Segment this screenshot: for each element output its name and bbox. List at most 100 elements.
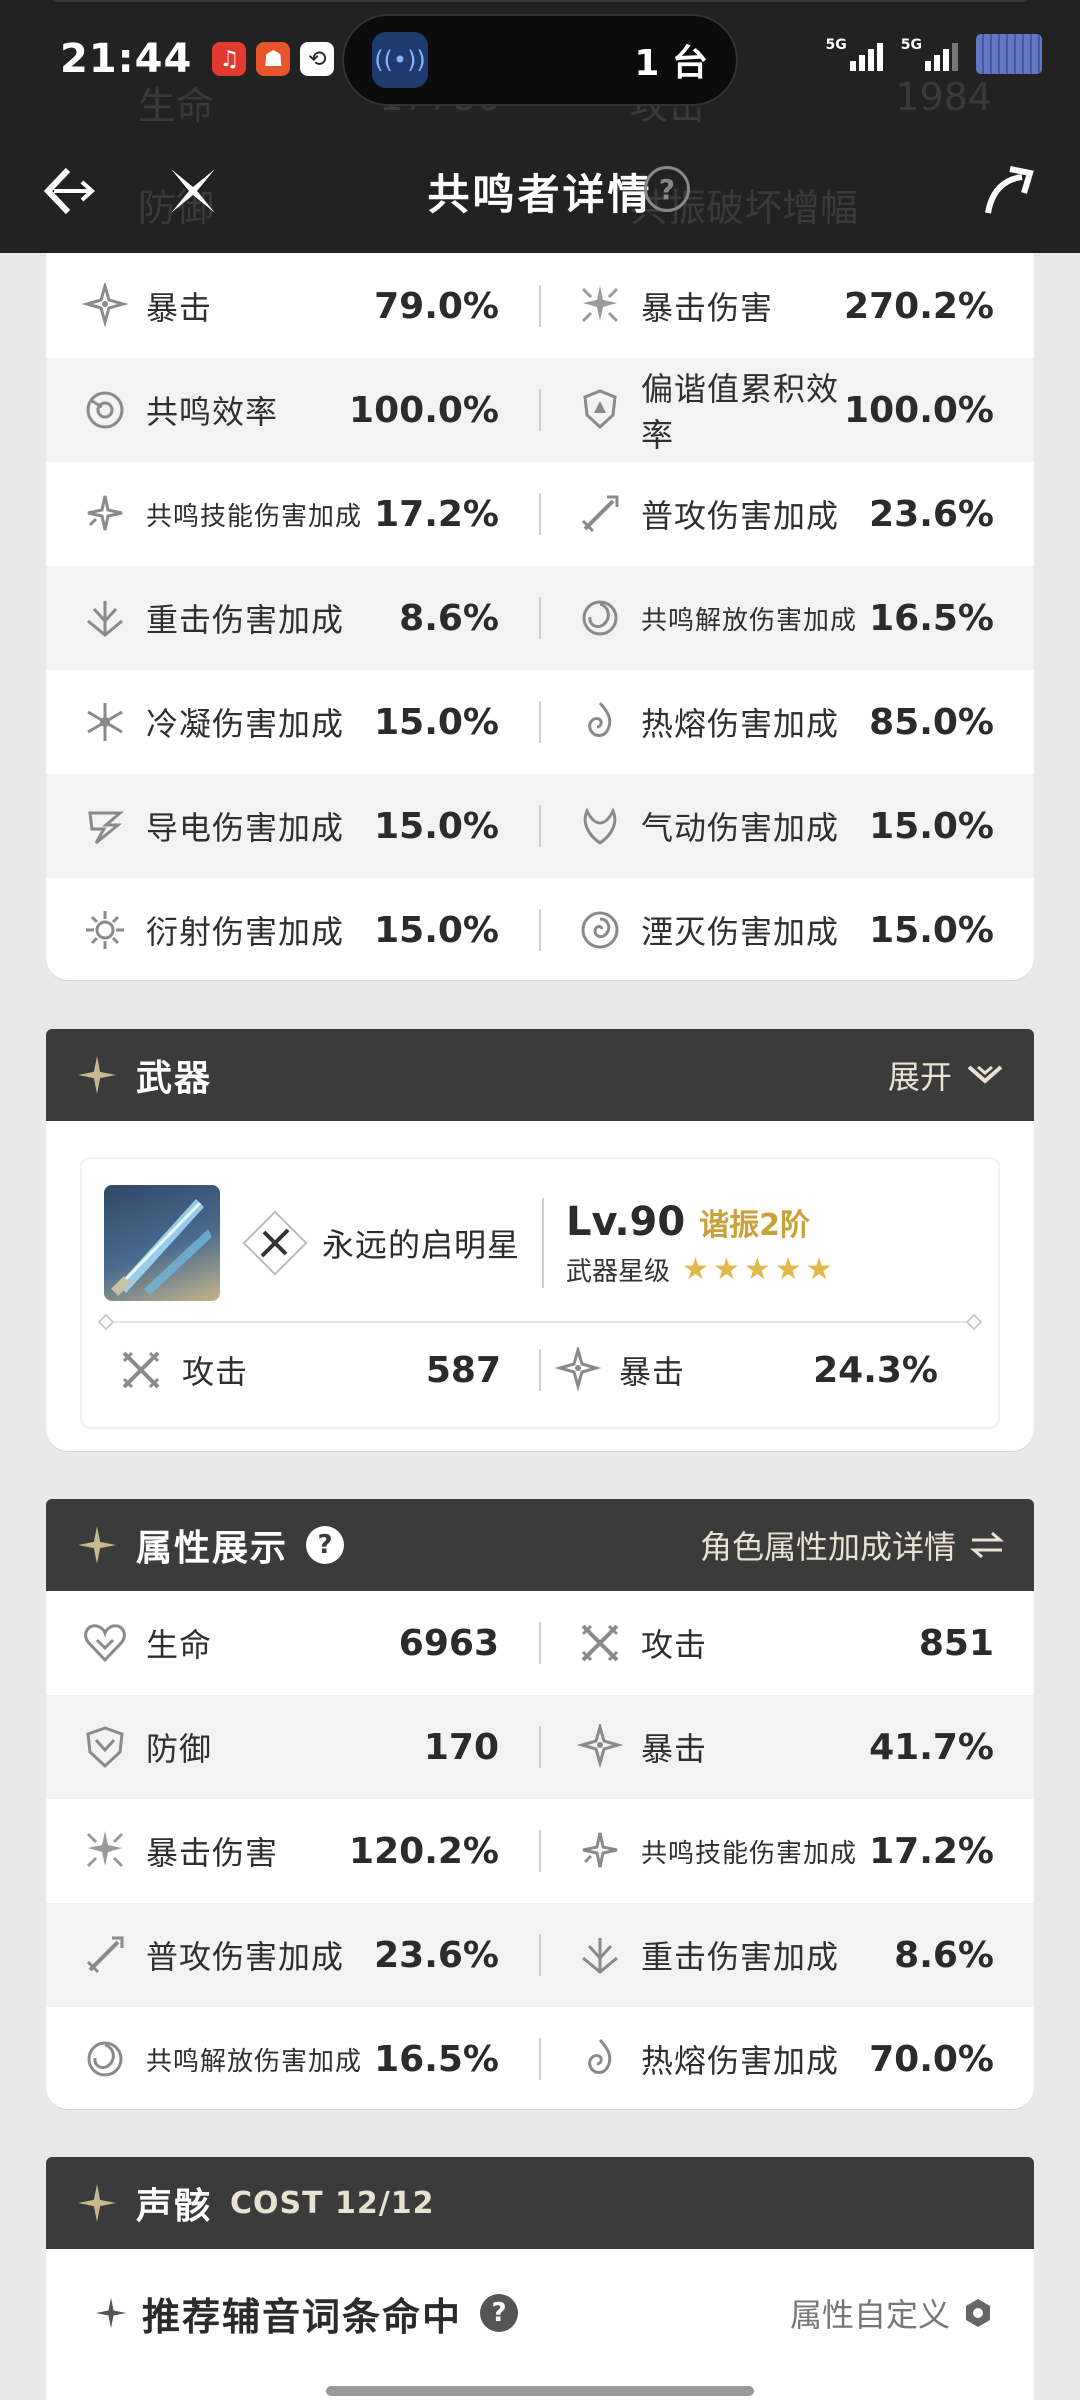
stat-row: 导电伤害加成 15.0% 气动伤害加成 15.0% <box>46 774 1034 878</box>
swap-arrows-icon <box>970 1531 1004 1559</box>
stat-value: 100.0% <box>349 389 499 431</box>
liberation-icon <box>87 2041 123 2077</box>
stat-name: 防御 <box>146 1730 213 1768</box>
stat-row: 暴击 79.0% 暴击伤害 270.2% <box>46 254 1034 358</box>
stat-item: 偏谐值累积效率 100.0% <box>541 358 1034 462</box>
liberation-icon <box>582 600 618 636</box>
attack-icon <box>581 1624 619 1662</box>
stat-row: 共鸣技能伤害加成 17.2% 普攻伤害加成 23.6% <box>46 462 1034 566</box>
attribute-detail-link[interactable]: 角色属性加成详情 <box>700 1522 1004 1568</box>
stat-value: 79.0% <box>374 285 499 327</box>
stat-item: 生命 6963 <box>46 1591 539 1695</box>
dynamic-island-pill[interactable]: ((•)) 1 台 <box>342 14 738 106</box>
separator <box>104 1321 976 1323</box>
sparkle-small-icon <box>95 2297 127 2329</box>
stat-row: 共鸣效率 100.0% 偏谐值累积效率 100.0% <box>46 358 1034 462</box>
stat-item: 重击伤害加成 8.6% <box>541 1903 1034 2007</box>
echo-card: 声骸 COST 12/12 推荐辅音词条命中 ? 属性自定义 <box>46 2157 1034 2400</box>
stat-item: 导电伤害加成 15.0% <box>46 774 539 878</box>
stat-item: 防御 170 <box>46 1695 539 1799</box>
battery-icon <box>976 34 1042 74</box>
weapon-level-block: Lv.90 谐振2阶 武器星级 ★ ★ ★ ★ ★ <box>566 1199 833 1288</box>
stat-item: 共鸣解放伤害加成 16.5% <box>541 566 1034 670</box>
home-indicator[interactable] <box>326 2386 754 2396</box>
network-type-label: 5G <box>900 37 922 53</box>
expand-label: 展开 <box>887 1058 952 1096</box>
stat-item: 共鸣技能伤害加成 17.2% <box>46 462 539 566</box>
stat-value: 8.6% <box>894 1934 994 1976</box>
shield-icon <box>583 389 617 430</box>
stat-name: 攻击 <box>641 1626 708 1664</box>
recommended-substats-title: 推荐辅音词条命中 <box>142 2294 463 2339</box>
stat-name: 热熔伤害加成 <box>641 2042 840 2080</box>
stat-item: 暴击伤害 270.2% <box>541 254 1034 358</box>
stat-item: 普攻伤害加成 23.6% <box>541 462 1034 566</box>
skill-icon <box>87 495 123 531</box>
stat-value: 120.2% <box>349 1830 499 1872</box>
stat-name: 暴击 <box>641 1730 708 1768</box>
stat-value: 41.7% <box>869 1726 994 1768</box>
heavy-attack-icon <box>87 601 123 637</box>
stat-value: 23.6% <box>869 493 994 535</box>
stat-name: 共鸣解放伤害加成 <box>641 605 858 636</box>
stat-value: 24.3% <box>813 1349 938 1391</box>
stat-row: 暴击伤害 120.2% 共鸣技能伤害加成 17.2% <box>46 1799 1034 1903</box>
star-icon: ★ <box>743 1251 771 1287</box>
aero-icon <box>583 807 617 845</box>
stat-item: 气动伤害加成 15.0% <box>541 774 1034 878</box>
stat-name: 攻击 <box>182 1353 249 1391</box>
sword-type-icon <box>242 1210 308 1276</box>
page-title: 共鸣者详情 <box>427 169 653 219</box>
pill-text: 1 台 <box>634 43 708 84</box>
stat-name: 衍射伤害加成 <box>146 913 345 951</box>
stat-item: 暴击 24.3% <box>541 1323 976 1417</box>
stat-name: 气动伤害加成 <box>641 809 840 847</box>
stat-item: 暴击 41.7% <box>541 1695 1034 1799</box>
share-button[interactable] <box>976 159 1040 223</box>
help-icon[interactable]: ? <box>480 2294 519 2332</box>
hp-icon <box>84 1624 126 1663</box>
stat-name: 共鸣解放伤害加成 <box>146 2046 363 2077</box>
skill-icon <box>582 1832 618 1868</box>
stat-row: 生命 6963 攻击 851 <box>46 1591 1034 1695</box>
stat-item: 热熔伤害加成 70.0% <box>541 2007 1034 2109</box>
stat-value: 15.0% <box>869 805 994 847</box>
stat-value: 16.5% <box>869 597 994 639</box>
expand-button[interactable]: 展开 <box>888 1052 1004 1098</box>
stat-item: 暴击 79.0% <box>46 254 539 358</box>
attribute-detail-label: 角色属性加成详情 <box>699 1528 956 1566</box>
recommended-substats-row: 推荐辅音词条命中 ? 属性自定义 <box>46 2249 1034 2377</box>
stat-item: 攻击 587 <box>104 1323 539 1417</box>
stat-row: 普攻伤害加成 23.6% 重击伤害加成 8.6% <box>46 1903 1034 2007</box>
weapon-card-title: 武器 <box>136 1058 213 1099</box>
stat-item: 普攻伤害加成 23.6% <box>46 1903 539 2007</box>
custom-attributes-button[interactable]: 属性自定义 <box>790 2290 994 2336</box>
stat-name: 普攻伤害加成 <box>641 497 840 535</box>
stat-item: 攻击 851 <box>541 1591 1034 1695</box>
crit-damage-icon <box>86 1831 124 1868</box>
weapon-star-label: 武器星级 <box>566 1256 671 1287</box>
stat-item: 共鸣效率 100.0% <box>46 358 539 462</box>
sparkle-icon <box>78 1526 116 1564</box>
star-rating: ★ ★ ★ ★ ★ <box>682 1252 833 1287</box>
stat-value: 70.0% <box>869 2038 994 2080</box>
attribute-card-header: 属性展示 ? 角色属性加成详情 <box>46 1499 1034 1591</box>
help-icon[interactable]: ? <box>306 1526 345 1564</box>
stat-value: 23.6% <box>374 1934 499 1976</box>
netease-music-icon: ♫ <box>212 42 247 76</box>
stat-name: 暴击 <box>146 289 213 327</box>
settings-hex-icon <box>966 2299 990 2327</box>
stat-value: 17.2% <box>374 493 499 535</box>
stat-name: 偏谐值累积效率 <box>641 370 840 454</box>
stat-name: 共鸣技能伤害加成 <box>146 501 363 532</box>
stat-name: 重击伤害加成 <box>641 1938 840 1976</box>
stat-value: 85.0% <box>869 701 994 743</box>
stat-row: 防御 170 暴击 41.7% <box>46 1695 1034 1799</box>
stat-value: 851 <box>918 1622 994 1664</box>
stat-name: 热熔伤害加成 <box>641 705 840 743</box>
echo-cost: COST 12/12 <box>230 2185 435 2221</box>
chevron-down-icon <box>967 1065 1003 1084</box>
stats-card: 暴击 79.0% 暴击伤害 270.2% 共鸣效率 100.0% 偏谐值累积效率 100.0%… <box>46 200 1034 980</box>
help-icon[interactable]: ? <box>644 166 690 212</box>
weapon-detail[interactable]: 永远的启明星 Lv.90 谐振2阶 武器星级 ★ ★ ★ ★ ★ 攻击 587 暴击 24.3… <box>82 1159 998 1427</box>
